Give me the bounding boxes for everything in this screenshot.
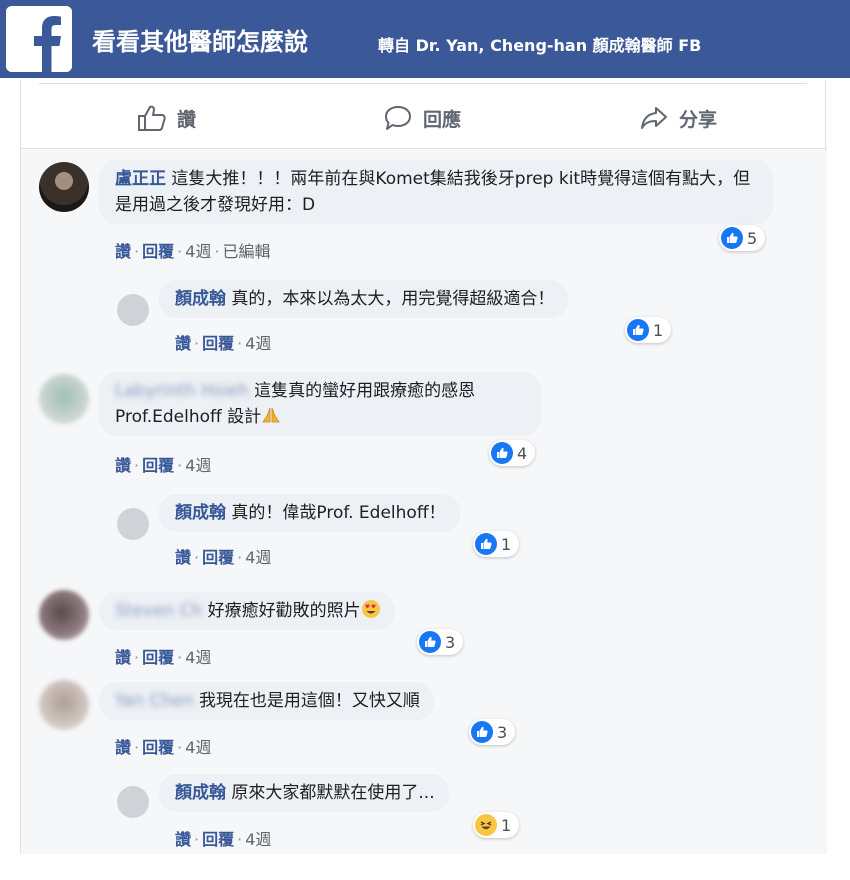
comment-author[interactable]: Steven Ch [115,601,202,621]
comment-meta: 讚 · 回覆 · 4週 [115,456,212,475]
speech-bubble-icon [385,106,411,130]
comment-meta: 讚 · 回覆 · 4週 · 已編輯 [115,242,271,261]
reaction-count: 5 [747,228,758,248]
comment-time[interactable]: 4週 [185,648,211,667]
comment-meta: 讚 · 回覆 · 4週 [115,738,212,757]
reply-meta: 讚 · 回覆 · 4週 [175,830,272,849]
header-bar: 看看其他醫師怎麼說 轉自 Dr. Yan, Cheng-han 顏成翰醫師 FB [0,0,850,78]
comment-text: 我現在也是用這個！又快又順 [198,691,420,711]
comment-time[interactable]: 4週 [185,456,211,475]
comment-button-label: 回應 [423,108,462,131]
share-arrow-icon [641,107,667,129]
reaction-count-badge[interactable]: 5 [719,225,766,251]
comment-like-link[interactable]: 讚 [115,242,131,261]
comment-bubble: Yan Chen 我現在也是用這個！又快又順 [99,682,434,720]
comment-reply-link[interactable]: 回覆 [142,456,174,475]
reaction-count-badge[interactable]: 3 [469,719,516,745]
source-label: 轉自 Dr. Yan, Cheng-han 顏成翰醫師 FB [378,36,702,55]
reaction-count: 3 [497,722,508,742]
reaction-count: 3 [445,632,456,652]
comment-author[interactable]: Labyrinth Hsieh [115,381,249,401]
reply-author[interactable]: 顏成翰 [175,783,226,803]
reaction-count: 4 [517,443,528,463]
comment-bubble: Labyrinth Hsieh 這隻真的蠻好用跟療癒的感恩 Prof.Edelh… [99,372,541,436]
reply-reply-link[interactable]: 回覆 [202,830,234,849]
post-panel: 讚 回應 分享 盧正正 這隻大推！！！兩年前在與Komet集結我後牙prep k… [20,80,827,854]
facebook-logo-icon [6,6,72,72]
share-button[interactable]: 分享 [639,102,717,134]
comment-author[interactable]: 盧正正 [115,169,166,189]
reply-author[interactable]: 顏成翰 [175,503,226,523]
reply-meta: 讚 · 回覆 · 4週 [175,548,272,567]
edited-label: 已編輯 [222,242,271,261]
like-reaction-icon [419,631,441,653]
comment-bubble: Steven Ch 好療癒好勸敗的照片 [99,592,395,630]
reply-like-link[interactable]: 讚 [175,830,191,849]
reply-meta: 讚 · 回覆 · 4週 [175,334,272,353]
comment-like-link[interactable]: 讚 [115,456,131,475]
reply-reply-link[interactable]: 回覆 [202,334,234,353]
haha-reaction-icon [475,814,497,836]
comment-button[interactable]: 回應 [383,102,461,134]
reply-bubble: 顏成翰 真的！偉哉Prof. Edelhoff！ [159,494,460,532]
comment-text: 好療癒好勸敗的照片 [207,601,361,621]
page-title: 看看其他醫師怎麼說 [92,28,308,56]
comment-reply-link[interactable]: 回覆 [142,738,174,757]
reply-like-link[interactable]: 讚 [175,334,191,353]
heart-eyes-emoji-icon [361,600,380,618]
thumbs-up-icon [138,105,166,131]
like-reaction-icon [491,442,513,464]
comment-like-link[interactable]: 讚 [115,738,131,757]
reaction-count-badge[interactable]: 1 [625,317,672,343]
reaction-count-badge[interactable]: 1 [473,812,520,838]
comment-like-link[interactable]: 讚 [115,648,131,667]
avatar[interactable] [39,374,89,424]
like-button-label: 讚 [177,108,197,131]
comment-time[interactable]: 4週 [185,242,211,261]
post-action-bar: 讚 回應 分享 [21,94,827,142]
share-button-label: 分享 [679,108,718,131]
divider [21,148,827,149]
comment-bubble: 盧正正 這隻大推！！！兩年前在與Komet集結我後牙prep kit時覺得這個有… [99,160,773,224]
like-reaction-icon [627,319,649,341]
avatar[interactable] [39,162,89,212]
divider [39,83,807,84]
reaction-count-badge[interactable]: 4 [489,440,536,466]
reply-author[interactable]: 顏成翰 [175,289,226,309]
comment-reply-link[interactable]: 回覆 [142,242,174,261]
reply-time[interactable]: 4週 [245,548,271,567]
comment-text: 這隻大推！！！兩年前在與Komet集結我後牙prep kit時覺得這個有點大，但… [115,169,751,215]
avatar[interactable] [39,590,89,640]
reply-time[interactable]: 4週 [245,334,271,353]
comment-meta: 讚 · 回覆 · 4週 [115,648,212,667]
avatar[interactable] [117,294,149,326]
reply-like-link[interactable]: 讚 [175,548,191,567]
reaction-count-badge[interactable]: 1 [473,531,520,557]
comment-time[interactable]: 4週 [185,738,211,757]
reply-text: 真的，本來以為太大，用完覺得超級適合！ [231,289,555,309]
like-reaction-icon [471,721,493,743]
reply-time[interactable]: 4週 [245,830,271,849]
like-reaction-icon [475,533,497,555]
reaction-count: 1 [653,320,664,340]
reply-text: 原來大家都默默在使用了... [231,783,435,803]
comment-reply-link[interactable]: 回覆 [142,648,174,667]
avatar[interactable] [117,786,149,818]
comments-list: 盧正正 這隻大推！！！兩年前在與Komet集結我後牙prep kit時覺得這個有… [21,150,827,854]
reaction-count: 1 [501,815,512,835]
comment-author[interactable]: Yan Chen [115,691,194,711]
reply-text: 真的！偉哉Prof. Edelhoff！ [231,503,446,523]
reaction-count-badge[interactable]: 3 [417,629,464,655]
like-button[interactable]: 讚 [137,102,196,134]
reply-reply-link[interactable]: 回覆 [202,548,234,567]
reply-bubble: 顏成翰 原來大家都默默在使用了... [159,774,449,812]
reply-bubble: 顏成翰 真的，本來以為太大，用完覺得超級適合！ [159,280,569,318]
like-reaction-icon [721,227,743,249]
avatar[interactable] [117,508,149,540]
avatar[interactable] [39,680,89,730]
folded-hands-emoji-icon [262,407,280,423]
reaction-count: 1 [501,534,512,554]
